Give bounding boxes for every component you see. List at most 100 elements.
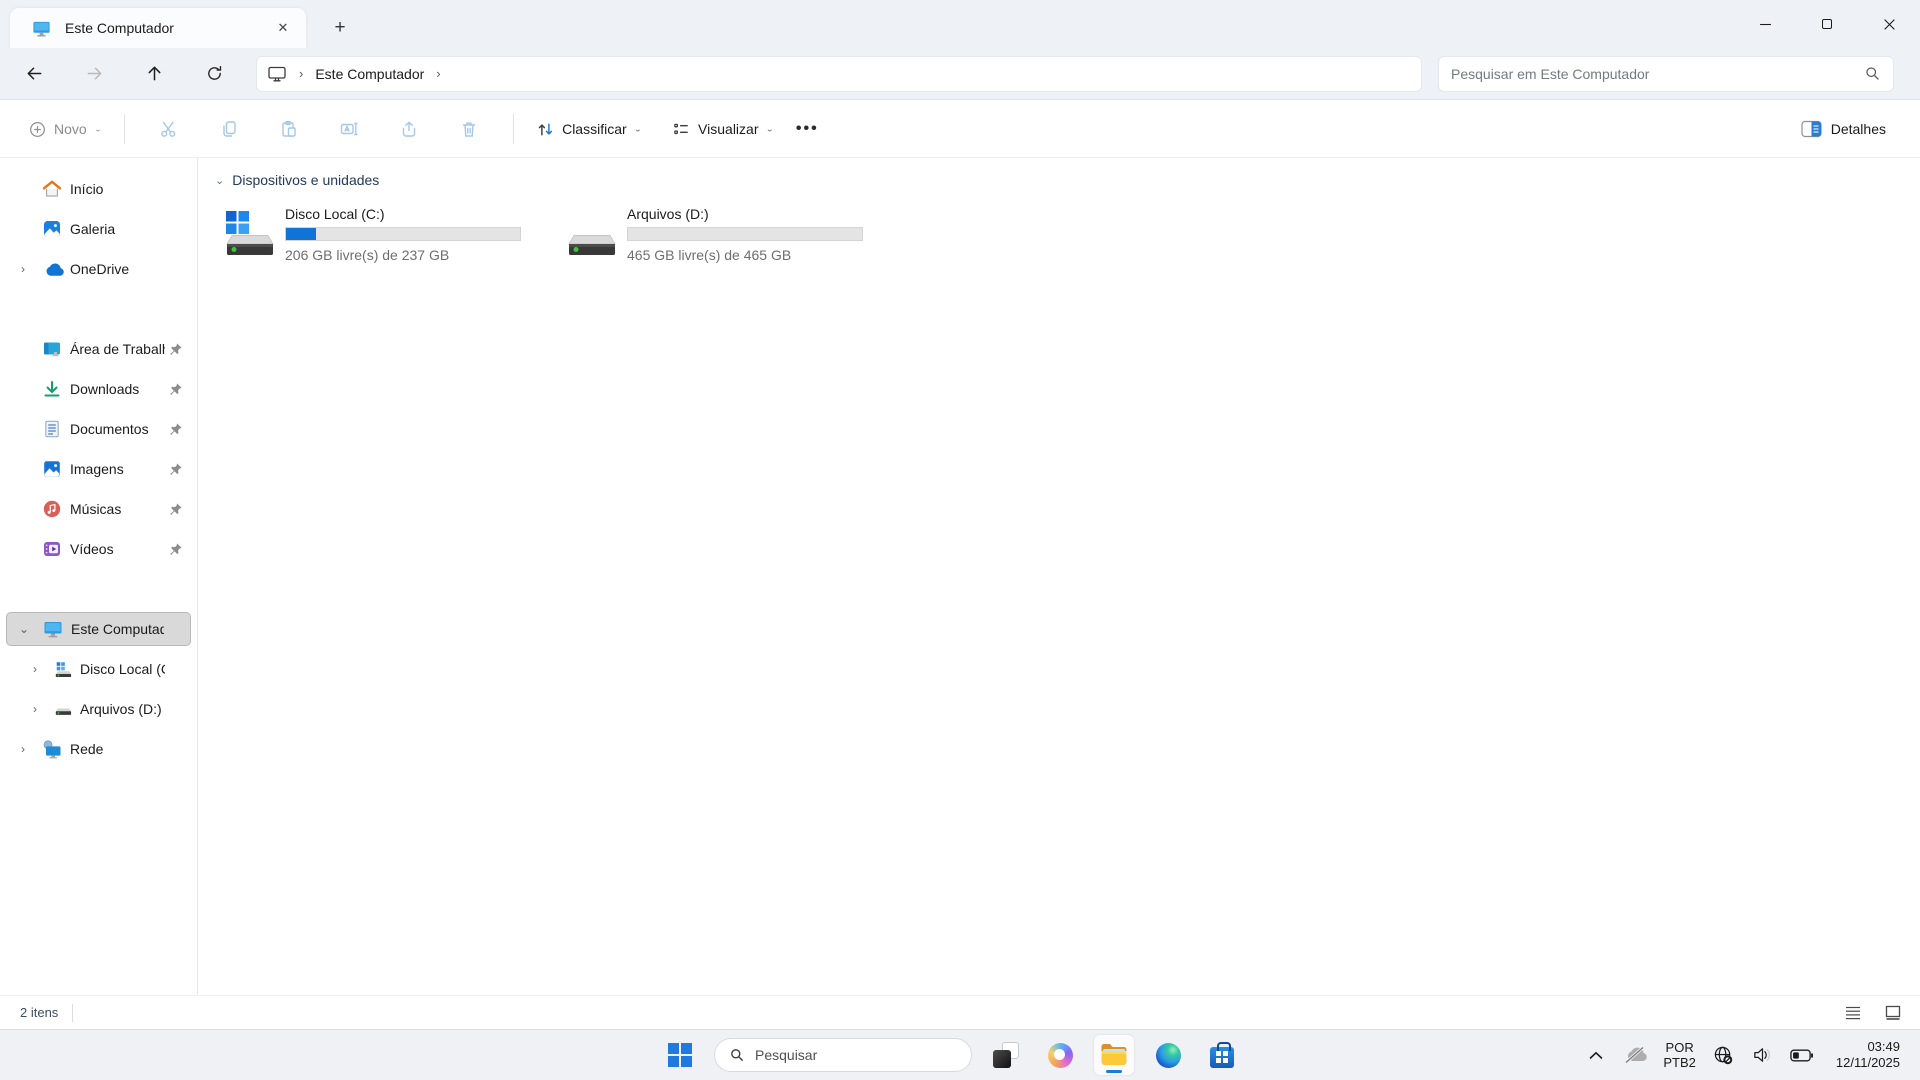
network-status-button[interactable] — [1709, 1040, 1739, 1070]
up-button[interactable] — [134, 56, 174, 92]
sidebar-item-label: Arquivos (D:) — [80, 701, 165, 717]
start-button[interactable] — [660, 1035, 700, 1075]
microsoft-store-button[interactable] — [1202, 1035, 1242, 1075]
cut-icon — [159, 119, 179, 139]
collapse-chevron-icon[interactable]: ⌄ — [215, 174, 224, 187]
cut-button[interactable] — [145, 109, 193, 149]
file-explorer-window: Este Computador ✕ + › Este Computador › — [0, 0, 1920, 1029]
details-view-button[interactable] — [1840, 1000, 1866, 1026]
sidebar-item-label: OneDrive — [70, 261, 165, 277]
refresh-button[interactable] — [194, 56, 234, 92]
copy-button[interactable] — [205, 109, 253, 149]
drive-tile-d[interactable]: Arquivos (D:) 465 GB livre(s) de 465 GB — [557, 202, 873, 268]
volume-button[interactable] — [1748, 1040, 1778, 1070]
paste-button[interactable] — [265, 109, 313, 149]
close-button[interactable] — [1858, 0, 1920, 48]
forward-button[interactable] — [74, 56, 114, 92]
details-pane-button[interactable]: Detalhes — [1791, 114, 1896, 144]
sidebar-item-documentos[interactable]: Documentos — [6, 412, 191, 446]
task-view-button[interactable] — [986, 1035, 1026, 1075]
no-internet-icon — [1713, 1045, 1734, 1066]
edge-button[interactable] — [1148, 1035, 1188, 1075]
large-icons-view-button[interactable] — [1880, 1000, 1906, 1026]
sidebar-item-downloads[interactable]: Downloads — [6, 372, 191, 406]
file-explorer-icon — [1100, 1043, 1128, 1067]
navigation-bar: › Este Computador › — [0, 48, 1920, 100]
drive-icon — [563, 208, 619, 264]
sidebar-item-rede[interactable]: › Rede — [6, 732, 191, 766]
battery-button[interactable] — [1787, 1040, 1817, 1070]
sidebar-item-label: Área de Trabalho — [70, 341, 165, 357]
sidebar-item-label: Disco Local (C:) — [80, 661, 165, 677]
sidebar-item-imagens[interactable]: Imagens — [6, 452, 191, 486]
copilot-button[interactable] — [1040, 1035, 1080, 1075]
new-tab-button[interactable]: + — [326, 14, 354, 42]
sidebar-item-musicas[interactable]: Músicas — [6, 492, 191, 526]
sidebar-item-label: Galeria — [70, 221, 165, 237]
breadcrumb-root[interactable]: Este Computador — [315, 66, 424, 82]
rename-icon — [339, 119, 359, 139]
explorer-tab[interactable]: Este Computador ✕ — [10, 8, 306, 48]
capacity-bar-fill — [286, 228, 316, 240]
search-box[interactable] — [1438, 56, 1894, 92]
pin-icon[interactable] — [168, 422, 183, 437]
sidebar-item-este-computador[interactable]: ⌄ Este Computador — [6, 612, 191, 646]
titlebar: Este Computador ✕ + — [0, 0, 1920, 48]
drive-tile-c[interactable]: Disco Local (C:) 206 GB livre(s) de 237 … — [215, 202, 531, 268]
sidebar-item-inicio[interactable]: Início — [6, 172, 191, 206]
details-pane-icon — [1801, 120, 1822, 138]
delete-button[interactable] — [445, 109, 493, 149]
sidebar-item-disco-local-c[interactable]: › Disco Local (C:) — [6, 652, 191, 686]
pin-icon[interactable] — [168, 462, 183, 477]
chevron-down-icon[interactable]: ⌄ — [17, 622, 31, 636]
gallery-icon — [42, 219, 62, 239]
sidebar-item-galeria[interactable]: Galeria — [6, 212, 191, 246]
details-label: Detalhes — [1831, 121, 1886, 137]
chevron-right-icon[interactable]: › — [28, 702, 42, 716]
downloads-icon — [42, 379, 62, 399]
search-input[interactable] — [1451, 66, 1864, 82]
sort-button[interactable]: Classificar ⌄ — [528, 114, 650, 145]
show-hidden-icons-button[interactable] — [1581, 1040, 1611, 1070]
chevron-down-icon: ⌄ — [94, 125, 102, 134]
breadcrumb-chevron-icon[interactable]: › — [436, 66, 440, 81]
clock[interactable]: 03:49 12/11/2025 — [1826, 1039, 1906, 1071]
sort-label: Classificar — [562, 121, 627, 137]
search-icon[interactable] — [1864, 65, 1881, 82]
pin-icon[interactable] — [168, 542, 183, 557]
tab-close-icon[interactable]: ✕ — [270, 15, 296, 41]
share-button[interactable] — [385, 109, 433, 149]
file-explorer-button[interactable] — [1094, 1035, 1134, 1075]
sidebar-item-area-de-trabalho[interactable]: Área de Trabalho — [6, 332, 191, 366]
onedrive-paused-icon — [1623, 1046, 1647, 1064]
taskbar-search[interactable] — [714, 1038, 972, 1072]
language-indicator[interactable]: POR PTB2 — [1659, 1040, 1700, 1070]
view-button[interactable]: Visualizar ⌄ — [664, 114, 782, 145]
taskbar-search-input[interactable] — [755, 1047, 925, 1063]
new-button[interactable]: Novo ⌄ — [20, 114, 110, 145]
copilot-icon — [1048, 1043, 1073, 1068]
chevron-right-icon[interactable]: › — [16, 262, 30, 276]
onedrive-status-button[interactable] — [1620, 1040, 1650, 1070]
sidebar-item-arquivos-d[interactable]: › Arquivos (D:) — [6, 692, 191, 726]
maximize-button[interactable] — [1796, 0, 1858, 48]
address-bar[interactable]: › Este Computador › — [256, 56, 1422, 92]
chevron-right-icon[interactable]: › — [16, 742, 30, 756]
group-header-devices[interactable]: ⌄ Dispositivos e unidades — [215, 172, 1920, 188]
minimize-button[interactable] — [1734, 0, 1796, 48]
chevron-right-icon[interactable]: › — [28, 662, 42, 676]
system-drive-icon — [221, 208, 277, 264]
see-more-button[interactable]: ••• — [782, 120, 833, 138]
search-icon — [729, 1047, 745, 1063]
toolbar-divider — [513, 114, 514, 144]
documents-icon — [42, 419, 62, 439]
pin-icon[interactable] — [168, 382, 183, 397]
breadcrumb-chevron-icon[interactable]: › — [299, 66, 303, 81]
share-icon — [399, 119, 419, 139]
pin-icon[interactable] — [168, 342, 183, 357]
rename-button[interactable] — [325, 109, 373, 149]
back-button[interactable] — [14, 56, 54, 92]
sidebar-item-videos[interactable]: Vídeos — [6, 532, 191, 566]
sidebar-item-onedrive[interactable]: › OneDrive — [6, 252, 191, 286]
pin-icon[interactable] — [168, 502, 183, 517]
